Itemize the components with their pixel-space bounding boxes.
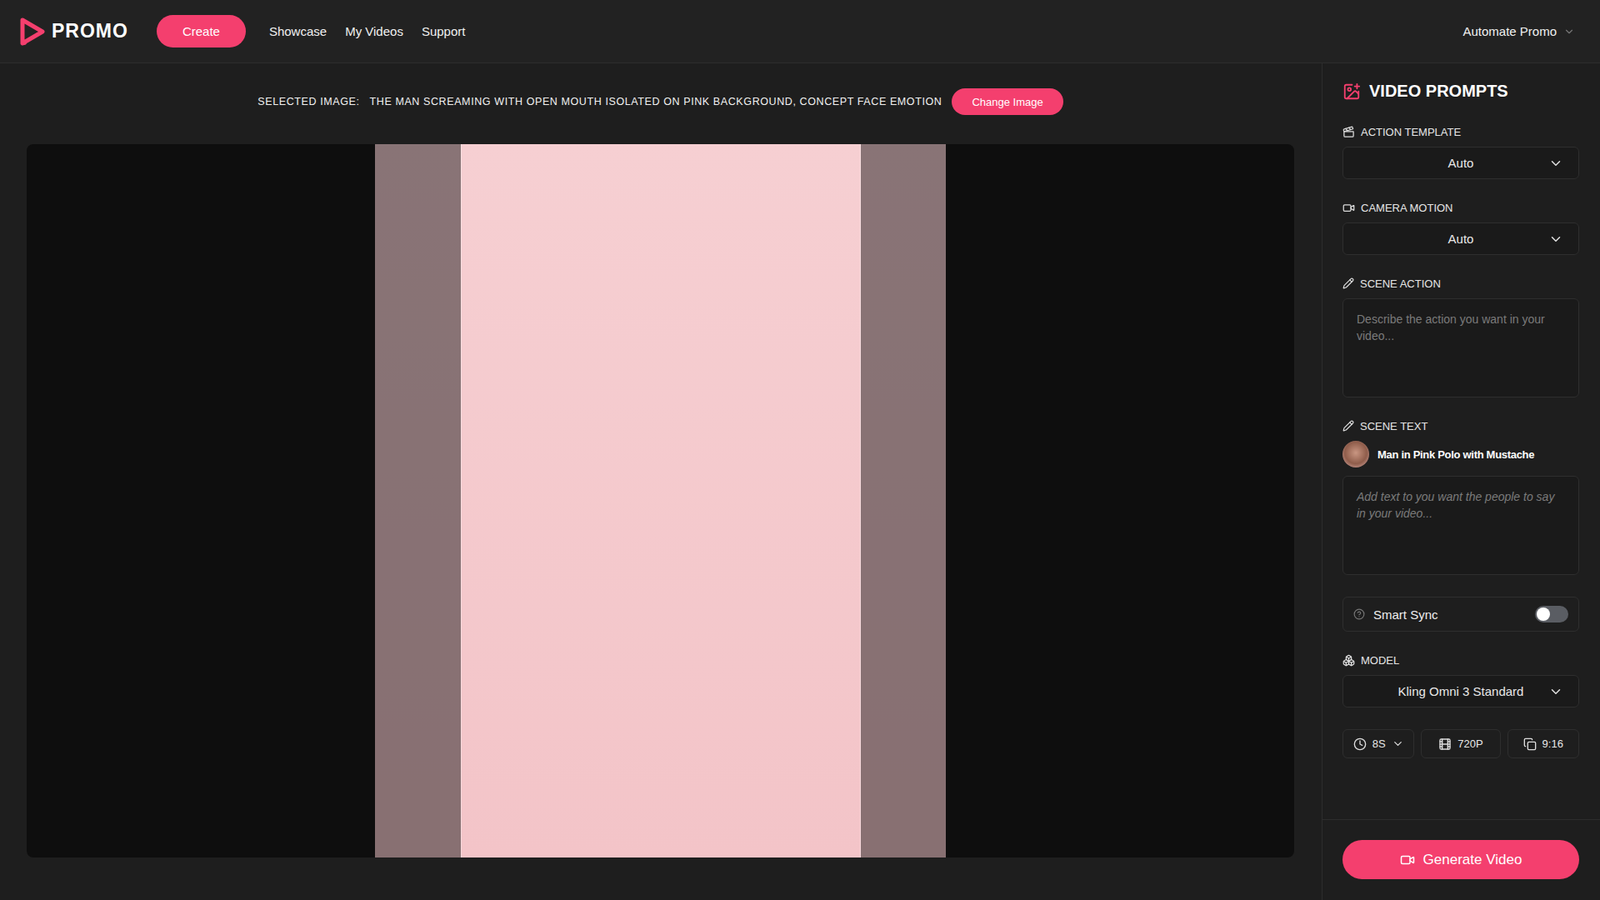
character-chip[interactable]: Man in Pink Polo with Mustache: [1342, 440, 1580, 468]
crop-shade-left: [375, 144, 461, 858]
panel-title: VIDEO PROMPTS: [1342, 81, 1580, 101]
camera-motion-select[interactable]: Auto: [1342, 222, 1580, 255]
nav: Showcase My Videos Support: [269, 24, 466, 39]
camera-icon: [1342, 201, 1355, 215]
select-value: Auto: [1373, 231, 1549, 246]
field-label: SCENE TEXT: [1342, 419, 1580, 433]
toggle-knob: [1536, 607, 1550, 621]
field-label: SCENE ACTION: [1342, 276, 1580, 290]
selected-image-bar: SELECTED IMAGE: THE MAN SCREAMING WITH OP…: [26, 88, 1295, 115]
nav-link[interactable]: My Videos: [345, 24, 404, 39]
field-label: MODEL: [1342, 653, 1580, 667]
selected-image-title: THE MAN SCREAMING WITH OPEN MOUTH ISOLAT…: [370, 95, 943, 108]
smart-sync-label: Smart Sync: [1373, 607, 1439, 622]
duration-icon: [1353, 737, 1367, 751]
select-value: Auto: [1373, 155, 1549, 170]
help-icon[interactable]: [1353, 608, 1365, 620]
top-bar: PROMO Create Showcase My Videos Support Autom…: [0, 0, 1600, 64]
crop-shade-right: [860, 144, 946, 858]
field-label: CAMERA MOTION: [1342, 200, 1580, 215]
aspect-icon: [1523, 737, 1537, 751]
panel-footer: Generate Video: [1322, 819, 1600, 900]
field-label: ACTION TEMPLATE: [1342, 125, 1580, 139]
panel-content: VIDEO PROMPTSACTION TEMPLATEAutoCAMERA M…: [1322, 63, 1600, 820]
pencil-icon: [1342, 277, 1355, 290]
chevron-down-icon: [1548, 155, 1564, 171]
character-name: Man in Pink Polo with Mustache: [1377, 448, 1535, 461]
video-camera-icon: [1400, 852, 1415, 868]
template-icon: [1342, 125, 1355, 139]
scene-action-input[interactable]: [1342, 298, 1580, 398]
chevron-down-icon: [1548, 231, 1564, 247]
scene-action-field: SCENE ACTION: [1342, 276, 1580, 398]
aspect-chip[interactable]: 9:16: [1507, 729, 1580, 759]
logo-play-icon: [20, 17, 45, 46]
smart-sync-toggle[interactable]: [1535, 605, 1569, 623]
selected-image-label: SELECTED IMAGE:: [257, 95, 360, 108]
model-icon: [1342, 654, 1355, 667]
character-avatar: [1342, 440, 1370, 468]
nav-link[interactable]: Support: [421, 24, 466, 39]
crop-window[interactable]: [460, 144, 861, 858]
create-button[interactable]: Create: [156, 15, 246, 48]
app: PROMO Create Showcase My Videos Support Autom…: [0, 0, 1600, 900]
chevron-down-icon: [1563, 25, 1575, 38]
smart-sync-row: Smart Sync: [1342, 596, 1580, 632]
pencil-icon: [1342, 420, 1355, 432]
preview-area: SELECTED IMAGE: THE MAN SCREAMING WITH OP…: [0, 63, 1322, 900]
generate-video-button[interactable]: Generate Video: [1342, 840, 1580, 880]
video-prompts-panel: VIDEO PROMPTSACTION TEMPLATEAutoCAMERA M…: [1321, 63, 1600, 900]
resolution-chip[interactable]: 720P: [1420, 729, 1500, 759]
nav-link[interactable]: Showcase: [269, 24, 327, 39]
resolution-icon: [1438, 737, 1452, 751]
scene-text-input[interactable]: [1342, 475, 1580, 575]
duration-chip[interactable]: 8S: [1342, 729, 1415, 759]
logo-text: PROMO: [51, 20, 129, 43]
account-name: Automate Promo: [1462, 24, 1557, 39]
workspace: SELECTED IMAGE: THE MAN SCREAMING WITH OP…: [0, 63, 1600, 900]
selected-photo: [375, 144, 946, 858]
change-image-button[interactable]: Change Image: [951, 88, 1063, 115]
action-template-select[interactable]: Auto: [1342, 146, 1580, 180]
video-settings: 8S720P9:16: [1342, 729, 1580, 759]
chevron-down-icon: [1548, 684, 1564, 700]
account-menu[interactable]: Automate Promo: [1462, 24, 1580, 39]
scene-text-field: SCENE TEXT Man in Pink Polo with Mustache: [1342, 419, 1580, 575]
camera-motion-field: CAMERA MOTION Auto: [1342, 200, 1580, 255]
image-frame: [26, 144, 1295, 858]
logo[interactable]: PROMO: [20, 17, 129, 46]
chevron-down-icon: [1391, 737, 1405, 750]
model-field: MODEL Kling Omni 3 Standard: [1342, 653, 1580, 708]
image-sparkle-icon: [1342, 82, 1361, 101]
action-template-field: ACTION TEMPLATE Auto: [1342, 125, 1580, 180]
model-select[interactable]: Kling Omni 3 Standard: [1342, 675, 1580, 708]
select-value: Kling Omni 3 Standard: [1373, 684, 1549, 699]
